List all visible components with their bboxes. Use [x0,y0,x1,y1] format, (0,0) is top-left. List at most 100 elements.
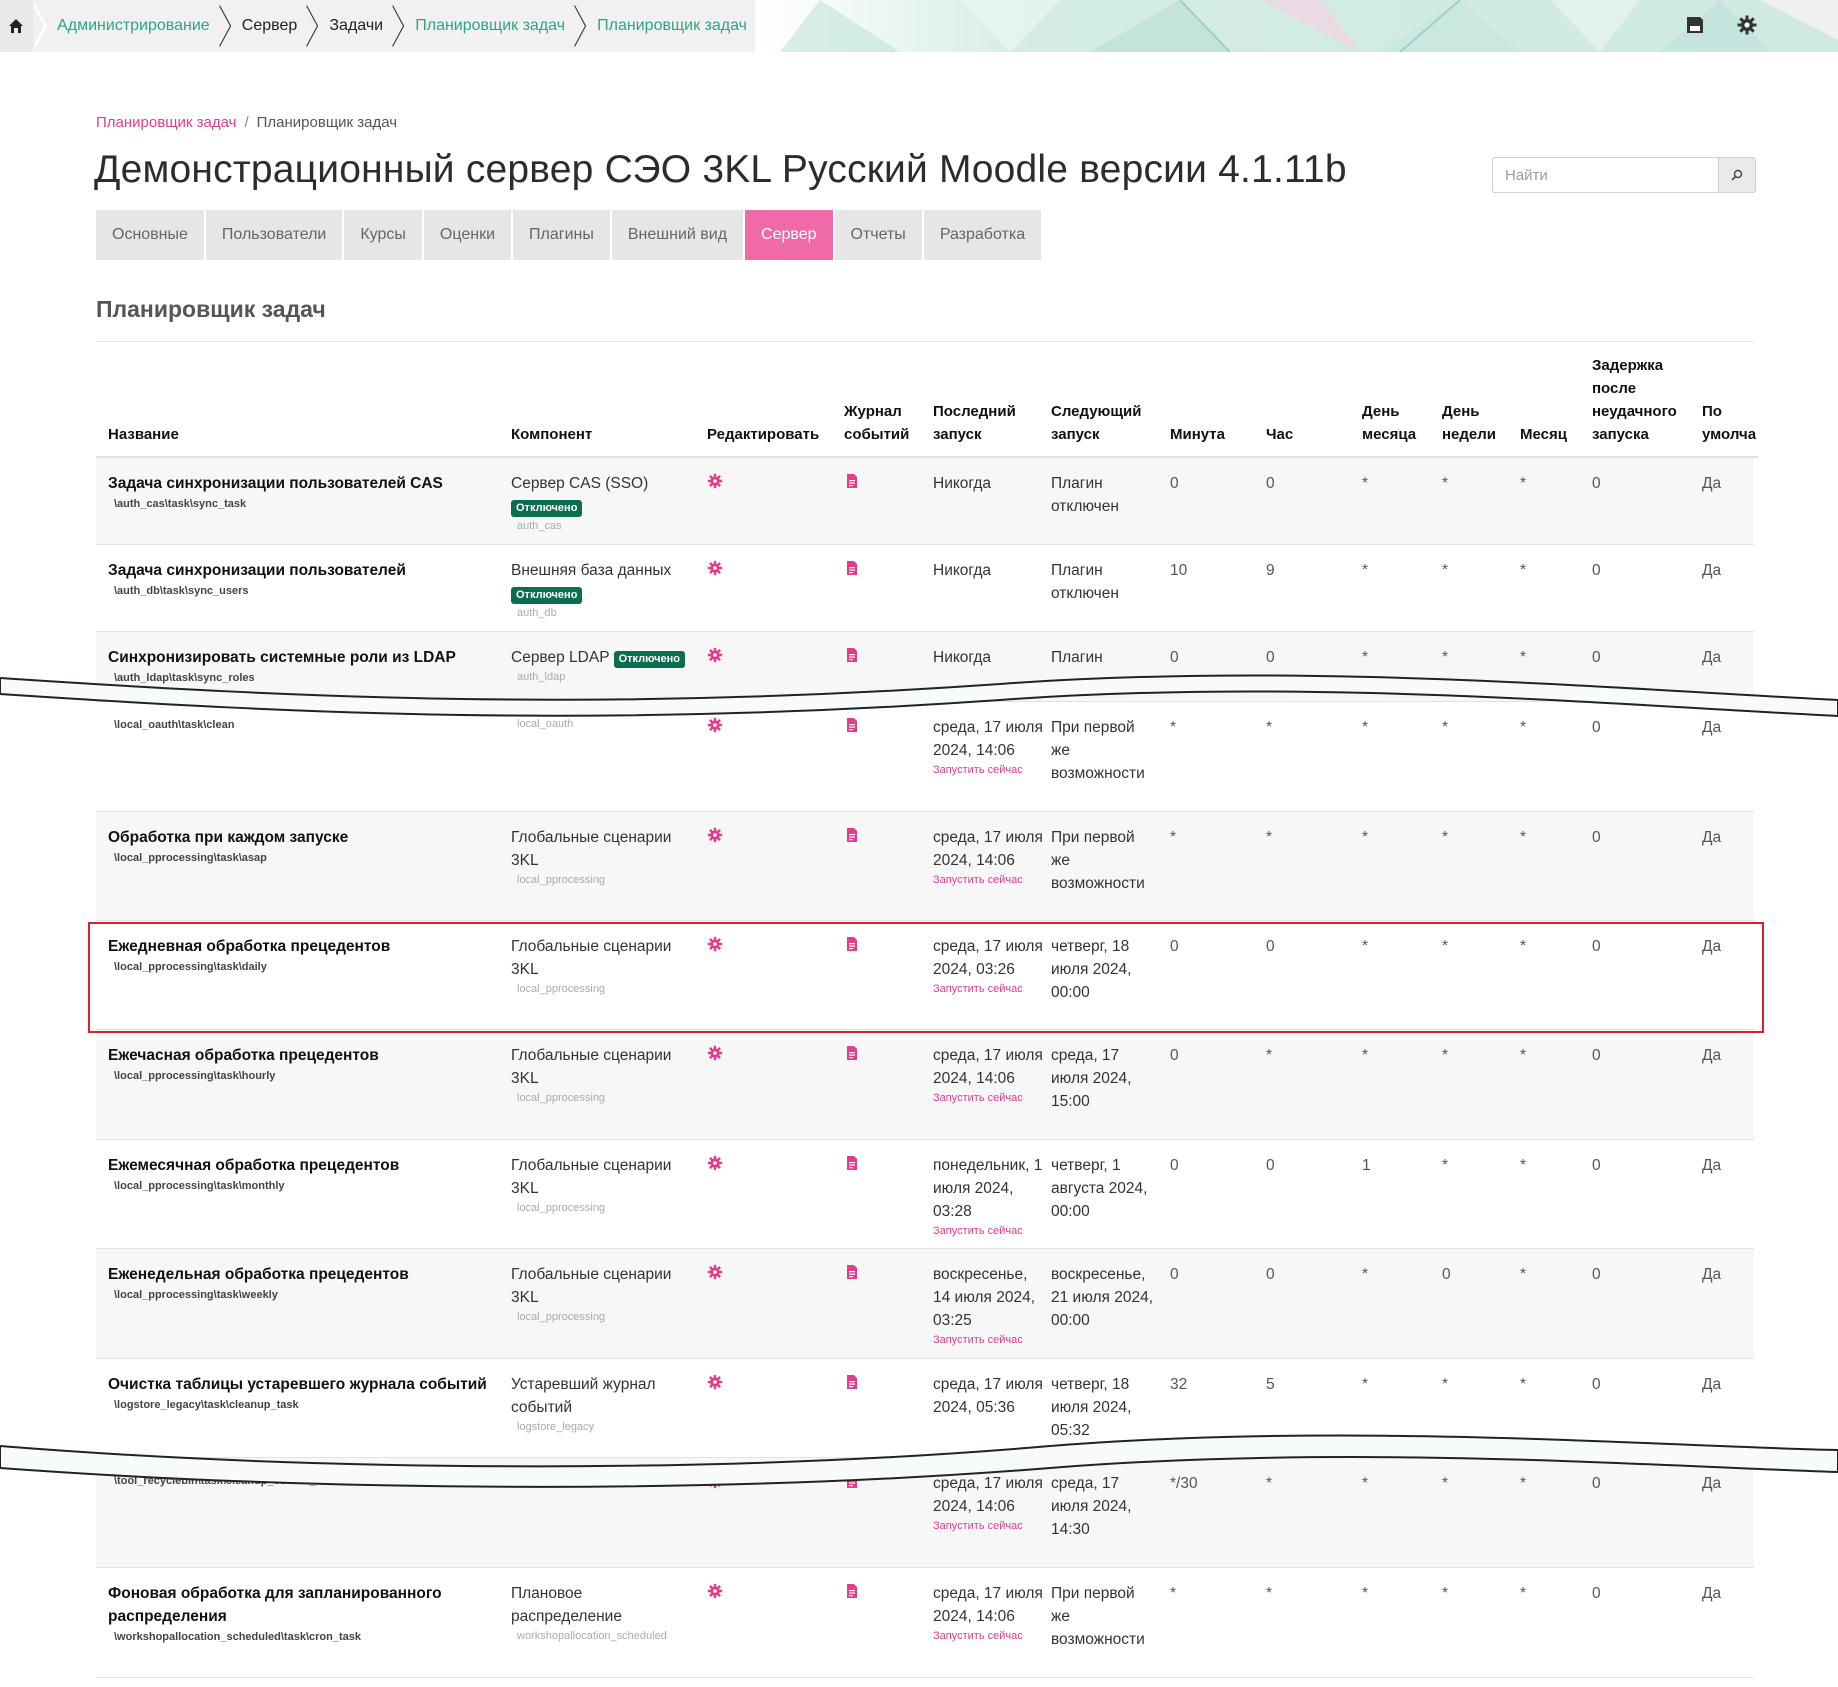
event-log-button[interactable] [844,1583,860,1606]
edit-button[interactable] [707,647,723,670]
run-now-link[interactable]: Запустить сейчас [933,1518,1043,1534]
component-name: Сервер LDAP [511,649,610,666]
breadcrumb-administration[interactable]: Администрирование [47,0,218,52]
edit-button[interactable] [707,827,723,850]
search-button[interactable] [1718,157,1756,193]
default-value: Да [1702,719,1722,736]
default-value: Да [1702,829,1722,846]
tab-server[interactable]: Сервер [745,210,833,260]
component-cell: Внешняя база данных Отключено auth_db [511,559,696,621]
table-row: Ежечасная обработка прецедентов \local_pp… [96,1030,1754,1140]
gear-icon [707,717,723,733]
gear-icon [707,1583,723,1599]
last-run: воскресенье, 14 июля 2024, 03:25 [933,1266,1036,1329]
day-value: * [1362,829,1369,846]
edit-button[interactable] [707,717,723,740]
event-log-button[interactable] [844,717,860,740]
run-now-link[interactable]: Запустить сейчас [933,1628,1043,1644]
home-button[interactable] [0,0,33,52]
run-now-link[interactable]: Запустить сейчас [933,1090,1043,1106]
last-run-cell: среда, 17 июля 2024, 14:06 Запустить сейч… [933,1044,1043,1106]
fail-delay-value: 0 [1592,475,1601,492]
edit-button[interactable] [707,1583,723,1606]
edit-button[interactable] [707,560,723,583]
day-value: * [1362,719,1369,736]
task-classname: \auth_db\task\sync_users [114,585,249,597]
run-now-link[interactable]: Запустить сейчас [933,1223,1043,1239]
tab-grades[interactable]: Оценки [423,210,512,260]
breadcrumb-task-scheduler[interactable]: Планировщик задач [405,0,573,52]
component-name: Глобальные сценарии 3KL [511,1157,672,1197]
run-now-link[interactable]: Запустить сейчас [933,762,1043,778]
default-value: Да [1702,649,1722,666]
header-log: Журнал событий [844,403,910,443]
last-run: среда, 17 июля 2024, 14:06 [933,1475,1043,1515]
next-run: Плагин отключен [1051,562,1119,602]
edit-button[interactable] [707,1045,723,1068]
last-run: среда, 17 июля 2024, 05:36 [933,1376,1043,1416]
hour-value: 0 [1266,1157,1275,1174]
default-value: Да [1702,1157,1722,1174]
disabled-badge: Отключено [511,587,583,604]
document-icon [847,1156,857,1170]
table-row: Еженедельная обработка прецедентов \local… [96,1249,1754,1359]
fail-delay-value: 0 [1592,719,1601,736]
last-run: Никогда [933,475,992,492]
day-value: * [1362,649,1369,666]
page-breadcrumb-link[interactable]: Планировщик задач [96,114,236,131]
task-classname: \local_pprocessing\task\hourly [114,1070,276,1082]
component-cell: Устаревший журнал событий logstore_legacy [511,1373,696,1435]
tab-reports[interactable]: Отчеты [834,210,922,260]
header-default: По умолча [1702,403,1757,443]
run-now-link[interactable]: Запустить сейчас [933,872,1043,888]
tab-general[interactable]: Основные [96,210,204,260]
table-header: Название Компонент Редактировать Журнал … [96,352,1758,458]
document-icon [847,1265,857,1279]
event-log-button[interactable] [844,560,860,583]
component-code: workshopallocation_scheduled [517,1630,667,1642]
task-name-cell: Ежечасная обработка прецедентов \local_pp… [108,1044,498,1085]
table-row: Обработка при каждом запуске \local_pproc… [96,812,1754,921]
event-log-button[interactable] [844,647,860,670]
component-name: Устаревший журнал событий [511,1376,656,1416]
document-icon [847,828,857,842]
event-log-button[interactable] [844,1374,860,1397]
event-log-button[interactable] [844,1264,860,1287]
event-log-button[interactable] [844,1473,860,1496]
edit-button[interactable] [707,1473,723,1496]
edit-button[interactable] [707,473,723,496]
run-now-link[interactable]: Запустить сейчас [933,1332,1043,1348]
breadcrumb-task-scheduler-current[interactable]: Планировщик задач [587,0,755,52]
search-input[interactable] [1492,157,1718,193]
event-log-button[interactable] [844,473,860,496]
tab-users[interactable]: Пользователи [205,210,343,260]
document-icon [847,1474,857,1488]
task-classname: \workshopallocation_scheduled\task\cron_… [114,1631,361,1643]
day-of-week-value: * [1442,475,1449,492]
task-classname: \local_pprocessing\task\weekly [114,1289,278,1301]
save-button[interactable] [1684,14,1706,36]
hour-value: * [1266,1475,1273,1492]
event-log-button[interactable] [844,827,860,850]
task-classname: \auth_cas\task\sync_task [114,498,247,510]
tab-courses[interactable]: Курсы [344,210,422,260]
next-run: среда, 17 июля 2024, 14:30 [1051,1475,1132,1538]
tab-appearance[interactable]: Внешний вид [611,210,744,260]
day-of-week-value: * [1442,1376,1449,1393]
event-log-button[interactable] [844,1155,860,1178]
component-code: logstore_legacy [517,1421,595,1433]
settings-button[interactable] [1736,14,1758,36]
day-value: * [1362,1585,1369,1602]
edit-button[interactable] [707,1264,723,1287]
tab-plugins[interactable]: Плагины [513,210,610,260]
component-name: Сервер CAS (SSO) [511,475,649,492]
edit-button[interactable] [707,1374,723,1397]
hour-value: * [1266,1047,1273,1064]
task-classname: \local_oauth\task\clean [114,719,235,731]
edit-button[interactable] [707,1155,723,1178]
event-log-button[interactable] [844,1045,860,1068]
minute-value: * [1170,1585,1177,1602]
minute-value: 0 [1170,1157,1179,1174]
tab-development[interactable]: Разработка [923,210,1042,260]
last-run-cell: среда, 17 июля 2024, 14:06 Запустить сейч… [933,1472,1043,1534]
